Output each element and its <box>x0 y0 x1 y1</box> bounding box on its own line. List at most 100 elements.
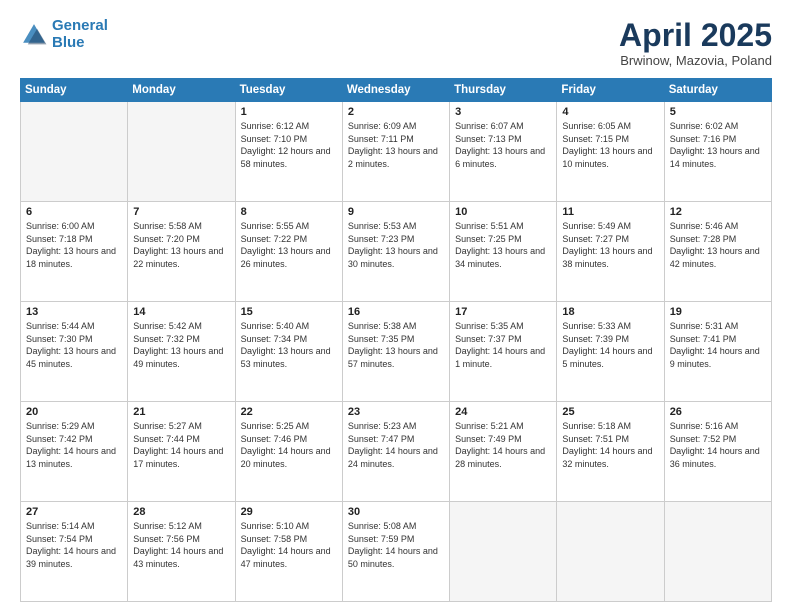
day-info: Sunrise: 5:42 AMSunset: 7:32 PMDaylight:… <box>133 320 229 370</box>
logo-text: General Blue <box>52 18 108 51</box>
weekday-header-tuesday: Tuesday <box>235 79 342 102</box>
day-number: 1 <box>241 106 337 118</box>
day-info: Sunrise: 5:53 AMSunset: 7:23 PMDaylight:… <box>348 220 444 270</box>
calendar-cell: 30 Sunrise: 5:08 AMSunset: 7:59 PMDayligh… <box>342 502 449 602</box>
day-info: Sunrise: 5:31 AMSunset: 7:41 PMDaylight:… <box>670 320 766 370</box>
day-info: Sunrise: 5:35 AMSunset: 7:37 PMDaylight:… <box>455 320 551 370</box>
calendar-cell <box>664 502 771 602</box>
calendar-cell: 3 Sunrise: 6:07 AMSunset: 7:13 PMDaylight… <box>450 102 557 202</box>
calendar-cell <box>128 102 235 202</box>
calendar-cell: 18 Sunrise: 5:33 AMSunset: 7:39 PMDayligh… <box>557 302 664 402</box>
day-number: 15 <box>241 306 337 318</box>
day-number: 16 <box>348 306 444 318</box>
calendar-cell <box>557 502 664 602</box>
logo-line1: General <box>52 17 108 34</box>
calendar-cell: 13 Sunrise: 5:44 AMSunset: 7:30 PMDayligh… <box>21 302 128 402</box>
day-info: Sunrise: 5:51 AMSunset: 7:25 PMDaylight:… <box>455 220 551 270</box>
week-row-4: 20 Sunrise: 5:29 AMSunset: 7:42 PMDayligh… <box>21 402 772 502</box>
week-row-5: 27Sunrise: 5:14 AMSunset: 7:54 PMDayligh… <box>21 502 772 602</box>
calendar-cell: 23 Sunrise: 5:23 AMSunset: 7:47 PMDayligh… <box>342 402 449 502</box>
weekday-header-thursday: Thursday <box>450 79 557 102</box>
day-info: Sunrise: 5:40 AMSunset: 7:34 PMDaylight:… <box>241 320 337 370</box>
calendar-cell <box>21 102 128 202</box>
day-number: 11 <box>562 206 658 218</box>
day-number: 27 <box>26 506 122 518</box>
calendar-cell: 16 Sunrise: 5:38 AMSunset: 7:35 PMDayligh… <box>342 302 449 402</box>
weekday-header-row: SundayMondayTuesdayWednesdayThursdayFrid… <box>21 79 772 102</box>
day-number: 13 <box>26 306 122 318</box>
day-number: 2 <box>348 106 444 118</box>
day-number: 20 <box>26 406 122 418</box>
day-info: Sunrise: 5:21 AMSunset: 7:49 PMDaylight:… <box>455 420 551 470</box>
day-number: 6 <box>26 206 122 218</box>
day-info: Sunrise: 5:33 AMSunset: 7:39 PMDaylight:… <box>562 320 658 370</box>
calendar-cell: 5 Sunrise: 6:02 AMSunset: 7:16 PMDaylight… <box>664 102 771 202</box>
calendar-cell: 11Sunrise: 5:49 AMSunset: 7:27 PMDayligh… <box>557 202 664 302</box>
calendar-cell: 6 Sunrise: 6:00 AMSunset: 7:18 PMDaylight… <box>21 202 128 302</box>
day-info: Sunrise: 6:07 AMSunset: 7:13 PMDaylight:… <box>455 120 551 170</box>
day-info: Sunrise: 5:44 AMSunset: 7:30 PMDaylight:… <box>26 320 122 370</box>
calendar-cell: 2 Sunrise: 6:09 AMSunset: 7:11 PMDaylight… <box>342 102 449 202</box>
day-number: 5 <box>670 106 766 118</box>
day-number: 12 <box>670 206 766 218</box>
calendar-cell: 10Sunrise: 5:51 AMSunset: 7:25 PMDayligh… <box>450 202 557 302</box>
calendar-cell: 25 Sunrise: 5:18 AMSunset: 7:51 PMDayligh… <box>557 402 664 502</box>
calendar-cell: 7 Sunrise: 5:58 AMSunset: 7:20 PMDaylight… <box>128 202 235 302</box>
day-info: Sunrise: 6:09 AMSunset: 7:11 PMDaylight:… <box>348 120 444 170</box>
day-number: 30 <box>348 506 444 518</box>
subtitle: Brwinow, Mazovia, Poland <box>619 53 772 68</box>
day-number: 9 <box>348 206 444 218</box>
week-row-3: 13 Sunrise: 5:44 AMSunset: 7:30 PMDayligh… <box>21 302 772 402</box>
calendar-cell: 12 Sunrise: 5:46 AMSunset: 7:28 PMDayligh… <box>664 202 771 302</box>
calendar-cell <box>450 502 557 602</box>
day-info: Sunrise: 5:23 AMSunset: 7:47 PMDaylight:… <box>348 420 444 470</box>
day-number: 23 <box>348 406 444 418</box>
calendar-cell: 24Sunrise: 5:21 AMSunset: 7:49 PMDayligh… <box>450 402 557 502</box>
day-number: 7 <box>133 206 229 218</box>
day-info: Sunrise: 5:18 AMSunset: 7:51 PMDaylight:… <box>562 420 658 470</box>
day-number: 18 <box>562 306 658 318</box>
day-info: Sunrise: 6:02 AMSunset: 7:16 PMDaylight:… <box>670 120 766 170</box>
calendar-cell: 17Sunrise: 5:35 AMSunset: 7:37 PMDayligh… <box>450 302 557 402</box>
calendar-cell: 8 Sunrise: 5:55 AMSunset: 7:22 PMDaylight… <box>235 202 342 302</box>
page: General Blue April 2025 Brwinow, Mazovia… <box>0 0 792 612</box>
logo-icon <box>20 21 48 49</box>
day-number: 28 <box>133 506 229 518</box>
day-info: Sunrise: 6:00 AMSunset: 7:18 PMDaylight:… <box>26 220 122 270</box>
calendar-cell: 14Sunrise: 5:42 AMSunset: 7:32 PMDayligh… <box>128 302 235 402</box>
logo-line2: Blue <box>52 34 85 51</box>
calendar-cell: 21 Sunrise: 5:27 AMSunset: 7:44 PMDayligh… <box>128 402 235 502</box>
day-info: Sunrise: 5:38 AMSunset: 7:35 PMDaylight:… <box>348 320 444 370</box>
day-info: Sunrise: 5:25 AMSunset: 7:46 PMDaylight:… <box>241 420 337 470</box>
weekday-header-sunday: Sunday <box>21 79 128 102</box>
calendar-cell: 27Sunrise: 5:14 AMSunset: 7:54 PMDayligh… <box>21 502 128 602</box>
day-info: Sunrise: 5:29 AMSunset: 7:42 PMDaylight:… <box>26 420 122 470</box>
day-info: Sunrise: 5:10 AMSunset: 7:58 PMDaylight:… <box>241 520 337 570</box>
header: General Blue April 2025 Brwinow, Mazovia… <box>20 18 772 68</box>
calendar-cell: 9 Sunrise: 5:53 AMSunset: 7:23 PMDaylight… <box>342 202 449 302</box>
day-info: Sunrise: 5:27 AMSunset: 7:44 PMDaylight:… <box>133 420 229 470</box>
calendar-cell: 20 Sunrise: 5:29 AMSunset: 7:42 PMDayligh… <box>21 402 128 502</box>
day-number: 4 <box>562 106 658 118</box>
day-number: 21 <box>133 406 229 418</box>
day-info: Sunrise: 5:08 AMSunset: 7:59 PMDaylight:… <box>348 520 444 570</box>
calendar: SundayMondayTuesdayWednesdayThursdayFrid… <box>20 78 772 602</box>
day-info: Sunrise: 5:58 AMSunset: 7:20 PMDaylight:… <box>133 220 229 270</box>
day-number: 3 <box>455 106 551 118</box>
logo: General Blue <box>20 18 108 51</box>
title-block: April 2025 Brwinow, Mazovia, Poland <box>619 18 772 68</box>
calendar-cell: 26Sunrise: 5:16 AMSunset: 7:52 PMDayligh… <box>664 402 771 502</box>
day-info: Sunrise: 6:05 AMSunset: 7:15 PMDaylight:… <box>562 120 658 170</box>
day-number: 25 <box>562 406 658 418</box>
day-number: 29 <box>241 506 337 518</box>
day-number: 22 <box>241 406 337 418</box>
day-number: 8 <box>241 206 337 218</box>
weekday-header-monday: Monday <box>128 79 235 102</box>
day-info: Sunrise: 5:12 AMSunset: 7:56 PMDaylight:… <box>133 520 229 570</box>
day-info: Sunrise: 6:12 AMSunset: 7:10 PMDaylight:… <box>241 120 337 170</box>
day-info: Sunrise: 5:55 AMSunset: 7:22 PMDaylight:… <box>241 220 337 270</box>
day-number: 26 <box>670 406 766 418</box>
weekday-header-wednesday: Wednesday <box>342 79 449 102</box>
day-info: Sunrise: 5:46 AMSunset: 7:28 PMDaylight:… <box>670 220 766 270</box>
calendar-cell: 29 Sunrise: 5:10 AMSunset: 7:58 PMDayligh… <box>235 502 342 602</box>
